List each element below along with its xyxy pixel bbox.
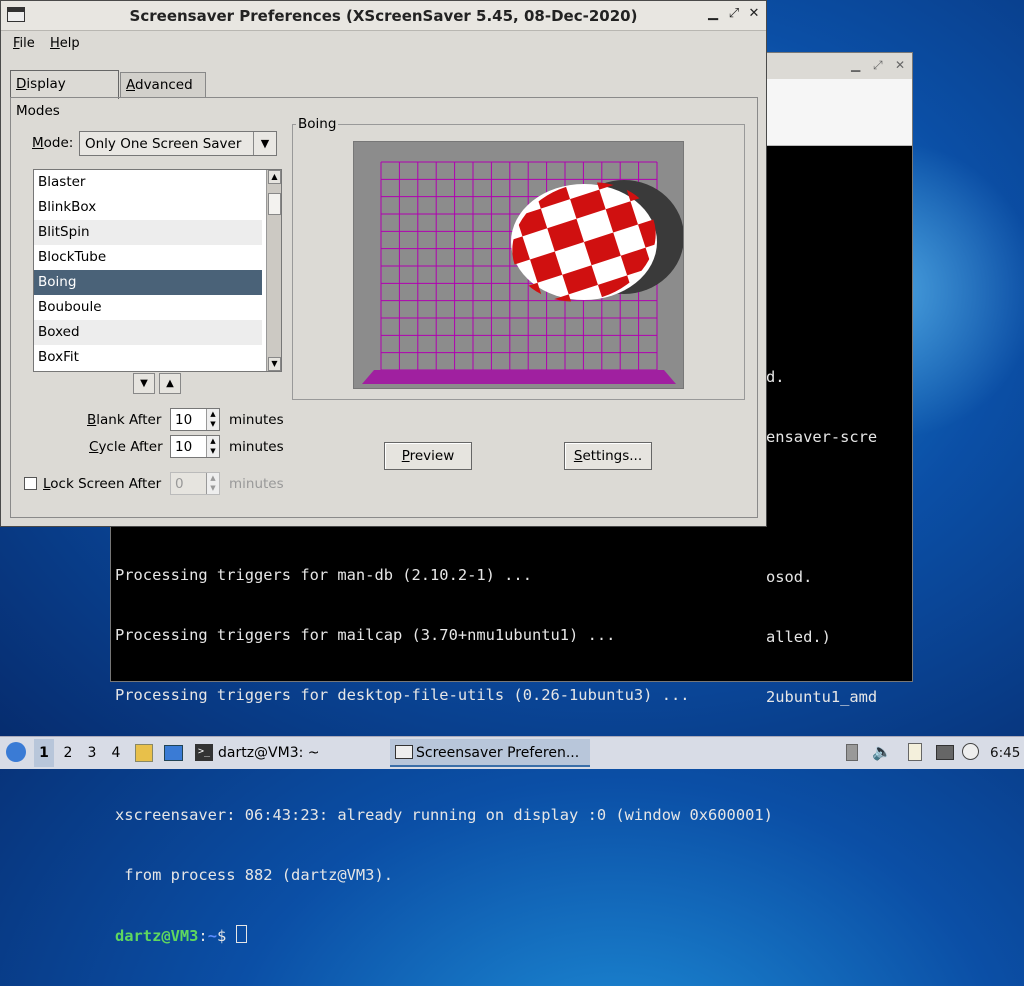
mode-select[interactable]: Only One Screen Saver ▼ bbox=[79, 131, 277, 156]
terminal-minimize-icon[interactable]: ▁ bbox=[851, 58, 860, 72]
minimize-icon[interactable]: ▁ bbox=[705, 6, 721, 22]
start-menu-icon[interactable] bbox=[6, 742, 26, 762]
stepper-down-icon[interactable]: ▼ bbox=[207, 446, 219, 456]
terminal-line: Processing triggers for mailcap (3.70+nm… bbox=[115, 626, 616, 644]
cycle-after-label: Cycle After bbox=[89, 439, 163, 455]
next-saver-button[interactable]: ▼ bbox=[133, 373, 155, 394]
blank-after-label: Blank After bbox=[87, 412, 162, 428]
previous-saver-button[interactable]: ▲ bbox=[159, 373, 181, 394]
chevron-down-icon[interactable]: ▼ bbox=[253, 132, 276, 155]
workspace-2[interactable]: 2 bbox=[58, 739, 78, 767]
screensaver-list[interactable]: Blaster BlinkBox BlitSpin BlockTube Boin… bbox=[33, 169, 282, 372]
terminal-right-fragments: d. ensaver-scre osod. alled.) 2ubuntu1_a… bbox=[766, 368, 878, 706]
terminal-icon: >_ bbox=[195, 744, 213, 761]
list-item[interactable]: Blaster bbox=[34, 170, 262, 195]
lock-after-unit: minutes bbox=[229, 476, 284, 492]
taskbar: 1 2 3 4 >_ dartz@VM3: ~ Screensaver Pref… bbox=[0, 736, 1024, 769]
grid-floor bbox=[362, 370, 676, 384]
list-item[interactable]: BlockTube bbox=[34, 245, 262, 270]
tab-advanced[interactable]: Advanced bbox=[120, 72, 206, 97]
terminal-line: from process 882 (dartz@VM3). bbox=[115, 866, 393, 884]
screensaver-app-icon bbox=[395, 745, 413, 759]
list-item[interactable]: BlinkBox bbox=[34, 195, 262, 220]
stepper-down-icon[interactable]: ▼ bbox=[207, 483, 219, 493]
taskbar-screensaver-task[interactable]: Screensaver Preferen... bbox=[390, 739, 590, 767]
workspace-1[interactable]: 1 bbox=[34, 739, 54, 767]
list-item[interactable]: BoxFit bbox=[34, 345, 262, 370]
terminal-line: xscreensaver: 06:43:23: already running … bbox=[115, 806, 773, 824]
scroll-up-icon[interactable]: ▲ bbox=[268, 170, 281, 184]
lock-screen-checkbox[interactable] bbox=[24, 477, 37, 490]
clipboard-icon[interactable] bbox=[908, 743, 922, 761]
scrollbar-thumb[interactable] bbox=[268, 193, 281, 215]
terminal-line: Processing triggers for man-db (2.10.2-1… bbox=[115, 566, 532, 584]
lock-after-stepper[interactable]: 0 ▲ ▼ bbox=[170, 472, 220, 495]
menu-help[interactable]: Help bbox=[50, 36, 80, 51]
stepper-up-icon[interactable]: ▲ bbox=[207, 473, 219, 483]
lock-screen-label[interactable]: Lock Screen After bbox=[43, 476, 161, 492]
settings-button[interactable]: Settings... bbox=[564, 442, 652, 470]
stepper-up-icon[interactable]: ▲ bbox=[207, 436, 219, 446]
blank-after-stepper[interactable]: 10 ▲ ▼ bbox=[170, 408, 220, 431]
power-icon[interactable] bbox=[962, 743, 979, 760]
mode-label: Mode: bbox=[32, 135, 74, 151]
file-manager-icon[interactable] bbox=[135, 744, 153, 762]
workspace-4[interactable]: 4 bbox=[106, 739, 126, 767]
taskbar-terminal-task[interactable]: dartz@VM3: ~ bbox=[218, 739, 388, 767]
tab-display-modes[interactable]: Display Modes bbox=[10, 70, 119, 119]
terminal-line: Processing triggers for desktop-file-uti… bbox=[115, 686, 690, 704]
preview-button[interactable]: Preview bbox=[384, 442, 472, 470]
updates-icon[interactable] bbox=[846, 744, 858, 761]
terminal-cursor bbox=[235, 925, 247, 943]
screensaver-preview[interactable] bbox=[353, 141, 684, 389]
list-scrollbar[interactable]: ▲ ▼ bbox=[266, 170, 281, 371]
workspace-3[interactable]: 3 bbox=[82, 739, 102, 767]
menu-file[interactable]: File bbox=[13, 36, 35, 51]
stepper-down-icon[interactable]: ▼ bbox=[207, 419, 219, 429]
terminal-maximize-icon[interactable]: ⤢ bbox=[873, 58, 883, 73]
taskbar-clock[interactable]: 6:45 bbox=[990, 745, 1020, 761]
list-item[interactable]: Bouboule bbox=[34, 295, 262, 320]
menubar: File Help bbox=[1, 31, 766, 57]
cycle-after-stepper[interactable]: 10 ▲ ▼ bbox=[170, 435, 220, 458]
maximize-icon[interactable]: ⤢ bbox=[726, 6, 742, 22]
window-title: Screensaver Preferences (XScreenSaver 5.… bbox=[129, 7, 638, 25]
show-desktop-icon[interactable] bbox=[164, 745, 183, 761]
terminal-prompt-line: dartz@VM3:~$ bbox=[115, 925, 773, 946]
scroll-down-icon[interactable]: ▼ bbox=[268, 357, 281, 371]
window-titlebar[interactable]: Screensaver Preferences (XScreenSaver 5.… bbox=[1, 1, 766, 31]
volume-icon[interactable]: 🔈 bbox=[872, 742, 892, 761]
terminal-close-icon[interactable]: ✕ bbox=[895, 58, 905, 72]
list-item[interactable]: Boxed bbox=[34, 320, 262, 345]
preview-frame-label: Boing bbox=[296, 116, 339, 132]
stepper-up-icon[interactable]: ▲ bbox=[207, 409, 219, 419]
blank-after-unit: minutes bbox=[229, 412, 284, 428]
network-icon[interactable] bbox=[936, 745, 954, 760]
cycle-after-unit: minutes bbox=[229, 439, 284, 455]
list-item-selected[interactable]: Boing bbox=[34, 270, 262, 295]
close-icon[interactable]: ✕ bbox=[746, 6, 762, 22]
boing-preview-graphic bbox=[354, 142, 683, 388]
list-item[interactable]: BlitSpin bbox=[34, 220, 262, 245]
